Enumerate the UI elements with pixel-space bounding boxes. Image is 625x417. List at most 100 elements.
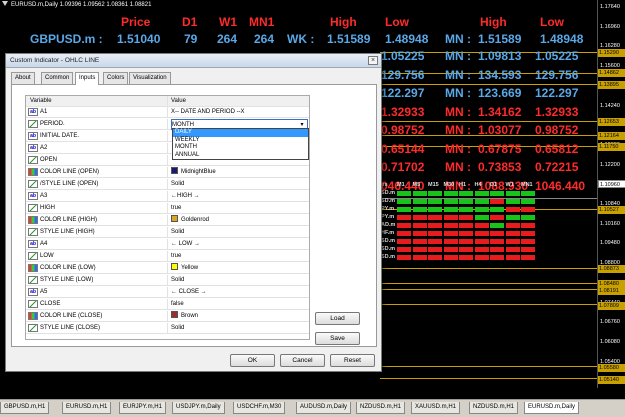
input-value[interactable]: true: [171, 251, 308, 262]
input-row[interactable]: STYLE LINE (HIGH) Solid: [26, 227, 309, 238]
input-name-text: CLOSE: [40, 301, 61, 307]
matrix-cell: [412, 207, 427, 212]
input-row[interactable]: COLOR LINE (OPEN) MidnightBlue: [26, 167, 309, 178]
matrix-header: H1: [459, 182, 467, 188]
symbol-mn-low: 122.297: [535, 86, 579, 100]
custom-indicator-dialog: Custom Indicator - OHLC LINE × About Comm…: [5, 53, 382, 372]
chart-tab[interactable]: EURUSD.m,H1: [62, 402, 112, 414]
input-value[interactable]: MidnightBlue: [171, 167, 308, 178]
matrix-cell: [459, 207, 473, 212]
chart-tab[interactable]: USDCHF.m,M30: [233, 402, 286, 414]
chart-title: EURUSD.m,Daily 1.09396 1.09562 1.08361 1…: [2, 1, 151, 8]
input-value[interactable]: ← LOW →: [171, 239, 308, 250]
load-button[interactable]: Load: [315, 312, 360, 325]
matrix-cell: [490, 199, 504, 204]
input-value[interactable]: Brown: [171, 311, 308, 322]
matrix-cell: [505, 207, 520, 212]
input-row[interactable]: ab A5 ← CLOSE →: [26, 287, 309, 298]
matrix-cell: [474, 207, 489, 212]
tab-colors[interactable]: Colors: [103, 72, 129, 84]
input-row[interactable]: ab A4 ← LOW →: [26, 239, 309, 250]
tab-inputs[interactable]: Inputs: [75, 72, 100, 85]
chart-tab[interactable]: EURUSD.m,Daily: [524, 402, 580, 414]
chart-tab[interactable]: NZDUSD.m,H1: [356, 402, 406, 414]
symbol-mn-low: 1046.440: [535, 178, 586, 193]
input-value-text: ← CLOSE →: [171, 289, 207, 295]
input-row[interactable]: COLOR LINE (HIGH) Goldenrod: [26, 215, 309, 226]
matrix-cell: [459, 231, 473, 236]
price-level-line: [380, 378, 597, 379]
input-row[interactable]: HIGH true: [26, 203, 309, 214]
matrix-cell: [443, 191, 458, 196]
text-param-icon: ab: [28, 144, 38, 152]
price-level-tag: 1.15290: [598, 49, 625, 57]
dropdown-option[interactable]: DAILY: [173, 129, 308, 137]
text-param-icon: ab: [28, 132, 38, 140]
input-value-text: Yellow: [181, 265, 199, 271]
dropdown-triangle-icon: [2, 1, 8, 6]
matrix-cell: [443, 199, 458, 204]
input-row[interactable]: COLOR LINE (CLOSE) Brown: [26, 311, 309, 322]
text-param-icon: ab: [28, 192, 38, 200]
input-row[interactable]: COLOR LINE (LOW) Yellow: [26, 263, 309, 274]
input-row[interactable]: STYLE LINE (CLOSE) Solid: [26, 323, 309, 334]
chart-tab[interactable]: USDJPY.m,Daily: [172, 402, 225, 414]
input-row[interactable]: ab A1 X-- DATE AND PERIOD --X: [26, 107, 309, 118]
input-row[interactable]: /STYLE LINE (OPEN) Solid: [26, 179, 309, 190]
input-name-text: COLOR LINE (CLOSE): [40, 313, 103, 319]
input-name-text: INITIAL DATE.: [40, 133, 80, 139]
cancel-button[interactable]: Cancel: [280, 354, 325, 367]
input-value-text: true: [171, 205, 182, 211]
symbol-price: 1.51040: [117, 32, 161, 46]
ok-button[interactable]: OK: [230, 354, 275, 367]
input-value[interactable]: Solid: [171, 179, 308, 190]
chart-tab[interactable]: XAUUSD.m,H1: [411, 402, 461, 414]
matrix-cell: [490, 247, 504, 252]
dropdown-option[interactable]: WEEKLY: [173, 137, 308, 145]
input-value[interactable]: Goldenrod: [171, 215, 308, 226]
header-wk-low: Low: [385, 15, 409, 29]
chart-tab[interactable]: EURJPY.m,H1: [119, 402, 166, 414]
price-tick-label: 1.06760: [600, 319, 620, 326]
input-row[interactable]: ab A3 ←HIGH →: [26, 191, 309, 202]
input-name-text: A5: [40, 289, 48, 295]
input-name: HIGH: [27, 203, 168, 214]
input-value[interactable]: ← CLOSE →: [171, 287, 308, 298]
input-value[interactable]: X-- DATE AND PERIOD --X: [171, 107, 308, 118]
matrix-cell: [412, 223, 427, 228]
dropdown-option[interactable]: MONTH: [173, 144, 308, 152]
matrix-row-label: SD.m: [381, 198, 396, 204]
tab-visualization[interactable]: Visualization: [129, 72, 171, 84]
save-button[interactable]: Save: [315, 332, 360, 345]
input-value[interactable]: Solid: [171, 275, 308, 286]
input-row[interactable]: STYLE LINE (LOW) Solid: [26, 275, 309, 286]
matrix-row-label: SD.m: [381, 190, 396, 196]
input-value[interactable]: Solid: [171, 323, 308, 334]
input-value[interactable]: Solid: [171, 227, 308, 238]
input-value[interactable]: false: [171, 299, 308, 310]
matrix-cell: [397, 231, 411, 236]
matrix-cell: [428, 223, 442, 228]
symbol-mn-high: 1.09813: [478, 49, 522, 63]
dialog-titlebar[interactable]: Custom Indicator - OHLC LINE ×: [6, 54, 381, 68]
tab-about[interactable]: About: [11, 72, 35, 84]
chart-tab[interactable]: GBPUSD.m,H1: [0, 402, 50, 414]
dropdown-option[interactable]: ANNUAL: [173, 152, 308, 160]
input-row[interactable]: LOW true: [26, 251, 309, 262]
matrix-cell: [412, 199, 427, 204]
input-value[interactable]: ←HIGH →: [171, 191, 308, 202]
symbol-mn-label: MN :: [445, 160, 471, 174]
tab-common[interactable]: Common: [41, 72, 74, 84]
input-value[interactable]: true: [171, 203, 308, 214]
symbol-mn-label: MN :: [445, 32, 471, 46]
input-value[interactable]: Yellow: [171, 263, 308, 274]
close-icon[interactable]: ×: [368, 56, 378, 65]
input-name: OPEN: [27, 155, 168, 166]
dialog-title: Custom Indicator - OHLC LINE: [10, 57, 100, 64]
chart-tab[interactable]: AUDUSD.m,Daily: [296, 402, 352, 414]
chart-tab[interactable]: NZDUSD.m,H1: [469, 402, 519, 414]
reset-button[interactable]: Reset: [330, 354, 375, 367]
symbol-mn-low: 0.65812: [535, 141, 579, 156]
input-row[interactable]: CLOSE false: [26, 299, 309, 310]
matrix-row-label: SD.m: [381, 246, 396, 252]
